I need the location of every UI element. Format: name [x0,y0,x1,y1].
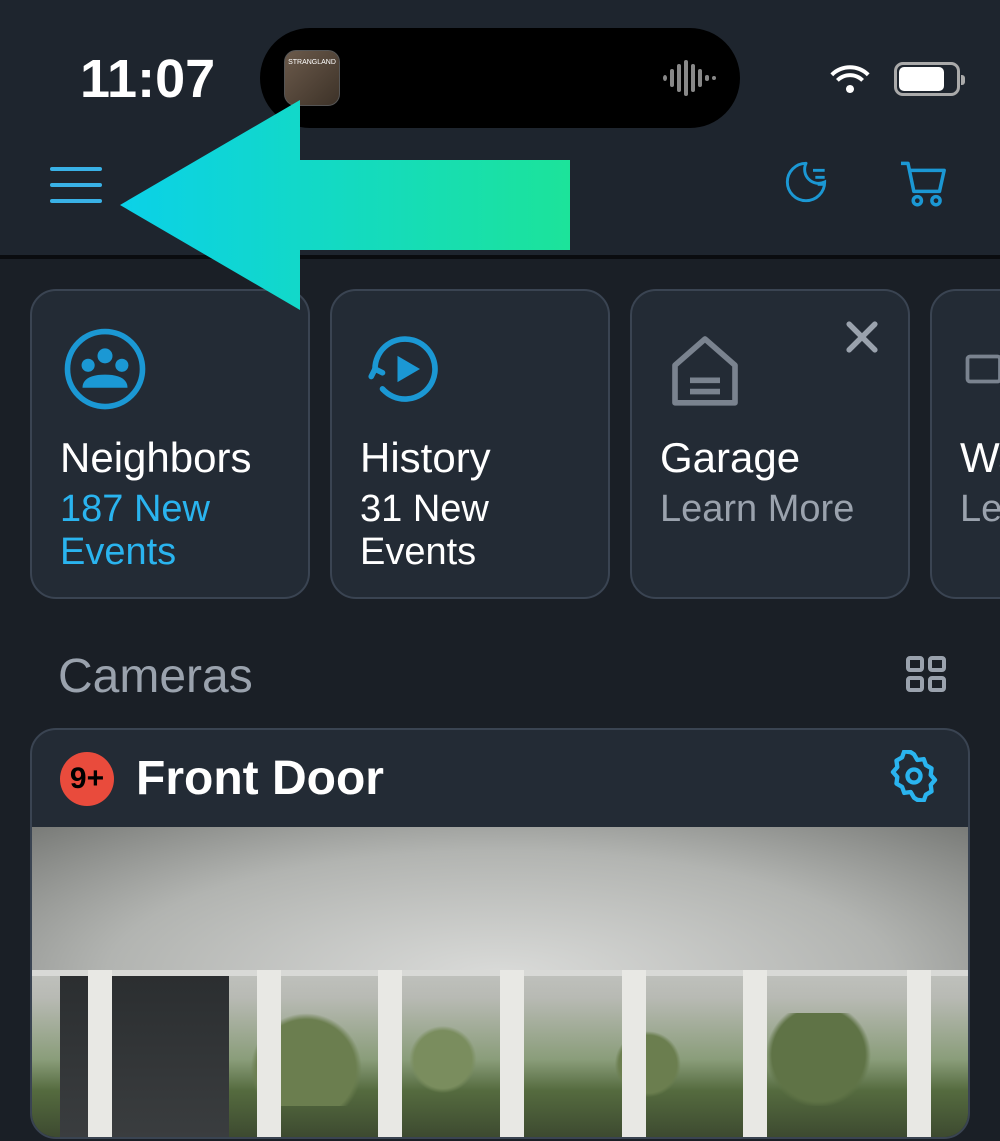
camera-feed-preview[interactable] [32,827,968,1137]
cameras-section-header: Cameras [0,599,1000,728]
cart-icon[interactable] [894,154,950,215]
night-mode-icon[interactable] [778,154,834,215]
battery-icon [894,62,960,96]
card-title: Neighbors [60,434,280,482]
camera-name: Front Door [136,751,866,806]
history-icon [360,319,580,419]
menu-button[interactable] [50,167,102,203]
neighbors-icon [60,319,280,419]
wifi-icon [826,53,874,106]
camera-icon [960,319,1000,419]
garage-card[interactable]: Garage Learn More [630,289,910,599]
gear-icon[interactable] [888,750,940,807]
grid-view-toggle[interactable] [902,650,950,703]
camera-card-header: 9+ Front Door [32,730,968,827]
pointer-arrow-overlay [120,90,570,325]
card-title: Wa [960,434,1000,482]
card-subtitle: Learn More [660,488,880,531]
neighbors-card[interactable]: Neighbors 187 New Events [30,289,310,599]
camera-card-front-door[interactable]: 9+ Front Door [30,728,970,1139]
audio-waveform-icon [663,60,716,96]
next-card-peek[interactable]: Wa Lea [930,289,1000,599]
close-icon[interactable] [840,315,884,364]
card-subtitle: Lea [960,488,1000,531]
history-card[interactable]: History 31 New Events [330,289,610,599]
status-icons [826,53,960,106]
section-title: Cameras [58,649,253,704]
card-subtitle: 31 New Events [360,488,580,574]
card-title: History [360,434,580,482]
event-count-badge: 9+ [60,752,114,806]
card-title: Garage [660,434,880,482]
card-subtitle: 187 New Events [60,488,280,574]
